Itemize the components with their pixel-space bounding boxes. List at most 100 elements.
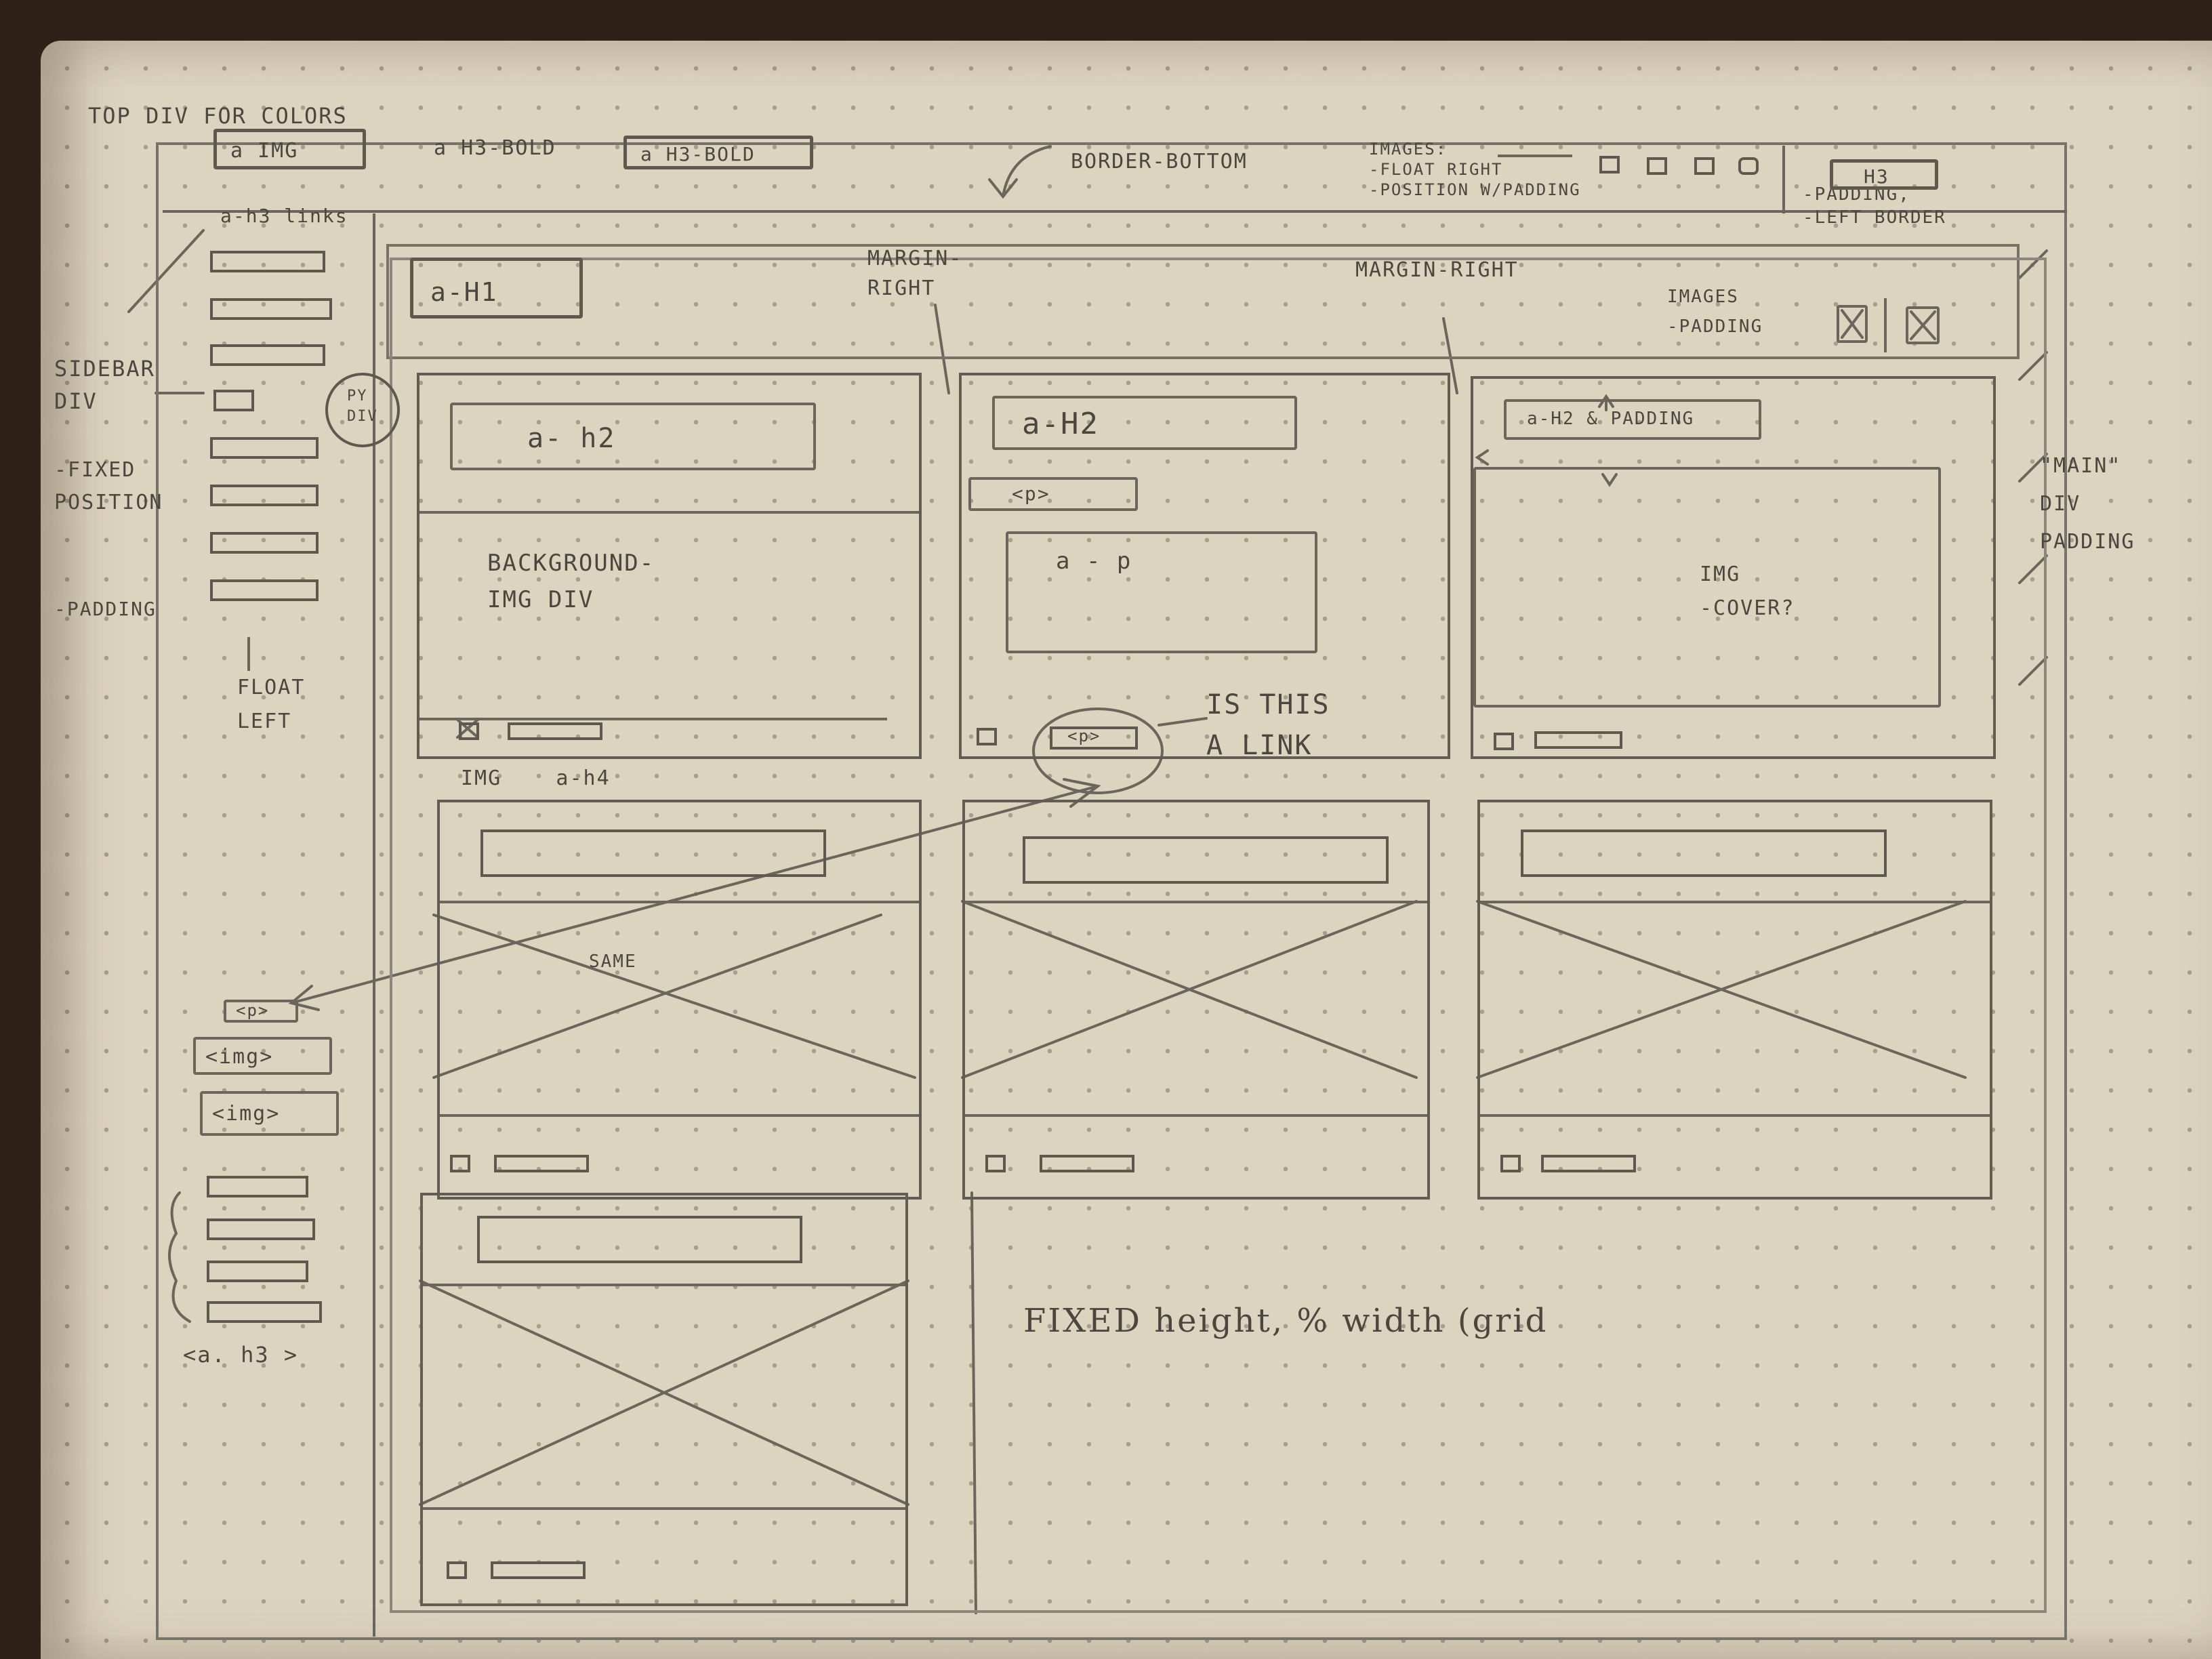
card4-title-bar [480, 830, 826, 877]
top-div-note: TOP DIV FOR COLORS [88, 103, 348, 129]
fixed-height-note: FIXED height, % width (grid [1023, 1302, 1549, 1340]
card3-image-note: IMG -COVER? [1700, 562, 1795, 620]
card3-title: a-H2 & PADDING [1527, 409, 1695, 429]
header-nav-link-2: a H3-BOLD [640, 143, 756, 165]
card1-header-divider [419, 511, 919, 514]
card1-title: a- h2 [527, 423, 616, 454]
card7-header-divider [423, 1284, 905, 1286]
card-5[interactable] [962, 800, 1430, 1200]
sidebar-link-7[interactable] [210, 532, 319, 554]
card2-footer-icon[interactable] [977, 728, 997, 745]
card2-p-box: <p> [968, 477, 1138, 511]
h3-padding-note: -PADDING, -LEFT BORDER [1803, 184, 1946, 228]
sidebar-a-h3-note: <a. h3 > [183, 1342, 299, 1368]
a-h1-box[interactable]: a-H1 [410, 258, 583, 319]
card6-title-bar [1521, 830, 1887, 877]
card1-footer-divider [419, 718, 887, 720]
card3-image-box: IMG -COVER? [1473, 467, 1941, 708]
header-image-icon-1[interactable] [1599, 156, 1620, 173]
sidebar-img-box-1[interactable]: <img> [193, 1037, 332, 1075]
card3-footer-link[interactable] [1534, 731, 1622, 749]
a-h1-label: a-H1 [430, 277, 498, 307]
sidebar-bottom-link-1[interactable] [207, 1176, 308, 1197]
notebook-page: TOP DIV FOR COLORS BORDER-BOTTOM IMAGES:… [41, 41, 2212, 1659]
sidebar-bottom-link-3[interactable] [207, 1261, 308, 1282]
fixed-position-note: -FIXED POSITION [54, 458, 163, 514]
sidebar-bottom-link-2[interactable] [207, 1218, 315, 1240]
card2-footer-p: <p> [1067, 726, 1101, 745]
card-1[interactable]: a- h2 BACKGROUND- IMG DIV [417, 373, 922, 759]
py-div-label: PY DIV [347, 388, 378, 425]
card2-footer-p-box[interactable]: <p> [1050, 726, 1138, 750]
header-image-icon-4[interactable] [1738, 157, 1759, 175]
header-h3-label: H3 [1864, 165, 1889, 188]
a-h3-links-note: a-h3 links [220, 205, 348, 227]
card-3[interactable]: a-H2 & PADDING IMG -COVER? [1471, 376, 1996, 759]
margin-right-note-2: MARGIN-RIGHT [1355, 258, 1519, 282]
sidebar-link-5[interactable] [210, 437, 319, 459]
header-images-line [1498, 155, 1572, 157]
card4-header-divider [440, 901, 919, 903]
sidebar-p-label: <p> [236, 1001, 270, 1020]
card7-footer-icon[interactable] [447, 1561, 467, 1579]
sidebar-img-label-1: <img> [205, 1045, 274, 1069]
card1-footer-icon[interactable] [459, 722, 479, 740]
images-padding-note: IMAGES -PADDING [1667, 287, 1763, 337]
header-nav-link-2-box[interactable]: a H3-BOLD [623, 136, 813, 169]
header-image-icon-2[interactable] [1647, 157, 1667, 175]
header-logo-label: a IMG [230, 139, 299, 163]
card7-title-bar [477, 1216, 802, 1263]
card2-title-box: a-H2 [992, 396, 1297, 450]
sidebar-img-label-2: <img> [212, 1102, 281, 1126]
header-nav-link-1[interactable]: a H3-BOLD [434, 136, 556, 161]
sidebar-link-6[interactable] [210, 485, 319, 506]
sidebar-link-1[interactable] [210, 251, 325, 272]
header-logo-box[interactable]: a IMG [213, 129, 366, 169]
card-4[interactable]: SAME [437, 800, 922, 1200]
card4-footer-link[interactable] [494, 1155, 589, 1172]
header-image-icon-3[interactable] [1694, 157, 1715, 175]
header-h3-divider [1782, 146, 1785, 213]
header-h3-box[interactable]: H3 [1830, 159, 1938, 190]
float-left-note: FLOAT LEFT [237, 676, 306, 733]
sidebar-link-8[interactable] [210, 579, 319, 601]
card5-footer-divider [965, 1114, 1427, 1117]
card1-background-note: BACKGROUND- IMG DIV [487, 550, 655, 613]
card7-footer-link[interactable] [491, 1561, 586, 1579]
card1-title-box: a- h2 [450, 403, 816, 470]
sidebar-link-4[interactable] [213, 390, 254, 411]
sidebar-img-box-2[interactable]: <img> [200, 1091, 339, 1136]
card7-footer-divider [423, 1507, 905, 1510]
sidebar-link-2[interactable] [210, 298, 332, 320]
subheader-image-divider [1884, 298, 1887, 352]
card6-footer-icon[interactable] [1500, 1155, 1521, 1172]
card4-same-note: SAME [589, 951, 637, 972]
card5-footer-icon[interactable] [985, 1155, 1006, 1172]
card1-footer-link[interactable] [508, 722, 602, 740]
card5-footer-link[interactable] [1040, 1155, 1134, 1172]
card5-title-bar [1023, 836, 1389, 884]
sidebar-bottom-link-4[interactable] [207, 1301, 322, 1323]
card6-footer-link[interactable] [1541, 1155, 1636, 1172]
card3-title-box: a-H2 & PADDING [1504, 399, 1761, 440]
subheader-image-1[interactable] [1837, 305, 1868, 343]
sidebar-div-note: SIDEBAR DIV [54, 356, 155, 414]
card4-footer-icon[interactable] [450, 1155, 470, 1172]
card-7[interactable] [420, 1193, 908, 1606]
subheader-image-2[interactable] [1906, 306, 1940, 344]
card2-p-label: <p> [1012, 483, 1050, 505]
card2-ap-label: a - p [1056, 548, 1132, 575]
card2-title: a-H2 [1022, 407, 1099, 441]
card5-header-divider [965, 901, 1427, 903]
img-a-h4-note: IMG a-h4 [461, 766, 611, 790]
header-images-note: IMAGES: -FLOAT RIGHT -POSITION W/PADDING [1369, 140, 1581, 199]
sidebar-p-box[interactable]: <p> [224, 1000, 298, 1023]
card-6[interactable] [1477, 800, 1992, 1200]
card6-footer-divider [1480, 1114, 1990, 1117]
is-this-a-link-note: IS THIS A LINK [1206, 689, 1330, 761]
card3-footer-icon[interactable] [1494, 733, 1514, 750]
card4-footer-divider [440, 1114, 919, 1117]
sidebar-continue-mark [247, 637, 250, 671]
sidebar-link-3[interactable] [210, 344, 325, 366]
card-2[interactable]: a-H2 <p> a - p <p> [959, 373, 1450, 759]
